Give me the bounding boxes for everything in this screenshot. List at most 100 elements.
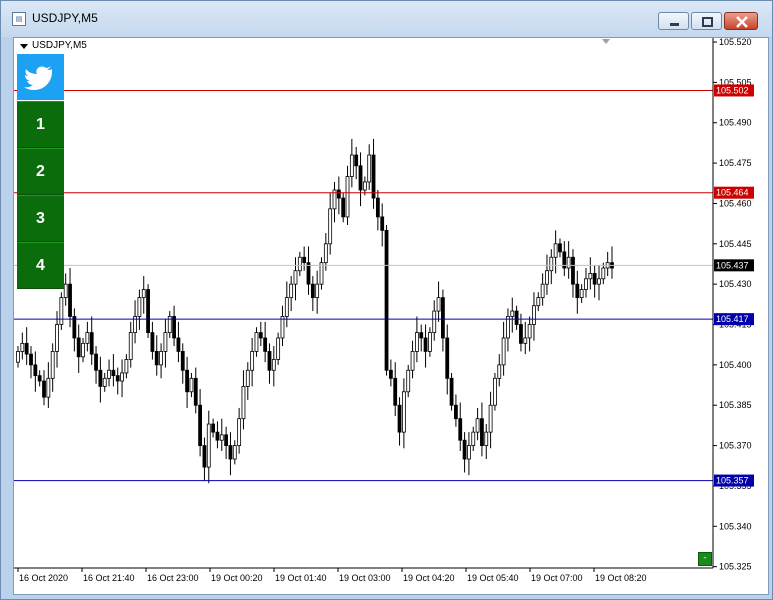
candle-body [37, 375, 42, 382]
candle-body [211, 423, 216, 433]
x-tick-label: 19 Oct 07:00 [531, 573, 583, 583]
candle-body [20, 342, 25, 352]
panel-button-3[interactable]: 3 [17, 195, 64, 242]
candle-body [267, 351, 272, 371]
candle-body [297, 256, 302, 272]
candle-body [345, 176, 350, 218]
candle-body [115, 375, 120, 382]
candle-body [245, 369, 250, 387]
candle-body [98, 369, 103, 387]
candle-body [315, 283, 320, 299]
candle-body [189, 377, 194, 393]
candle-body [445, 337, 450, 379]
y-tick-label: 105.325 [719, 562, 752, 572]
candle-body [202, 445, 207, 468]
candle-body [592, 273, 597, 285]
candle-body [454, 404, 458, 420]
candle-body [441, 297, 445, 339]
close-button[interactable] [724, 12, 758, 30]
panel-button-2[interactable]: 2 [17, 148, 64, 195]
candle-body [159, 351, 163, 366]
minimize-button[interactable] [658, 12, 689, 30]
candle-body [475, 418, 480, 433]
candle-body [276, 337, 281, 360]
minimize-panel-button[interactable]: - [698, 552, 712, 566]
title-bar[interactable]: ▤ USDJPY,M5 [1, 1, 772, 37]
candle-body [397, 404, 402, 433]
candle-body [107, 369, 111, 379]
candle-body [271, 359, 276, 371]
candle-body [302, 256, 307, 264]
candle-body [540, 283, 545, 299]
candle-body [449, 377, 454, 406]
candle-body [406, 369, 411, 393]
x-tick-label: 19 Oct 05:40 [467, 573, 519, 583]
x-tick-label: 16 Oct 23:00 [147, 573, 199, 583]
y-tick-label: 105.460 [719, 198, 752, 208]
candle-body [393, 377, 398, 406]
candle-body [306, 262, 311, 285]
price-line-label: 105.417 [716, 314, 749, 324]
candle-body [29, 353, 33, 366]
candle-body [484, 431, 489, 446]
candle-body [493, 377, 497, 406]
candle-body [527, 324, 532, 339]
candle-body [224, 434, 229, 446]
chart-area[interactable]: 105.520 105.505 105.490 105.475 105.460 105.4… [13, 37, 769, 595]
candle-body [137, 297, 142, 317]
price-line-label: 105.437 [716, 260, 749, 270]
panel-button-1[interactable]: 1 [17, 101, 64, 148]
candle-body [401, 391, 406, 433]
candle-body [480, 418, 484, 446]
price-chart[interactable]: 105.520105.505105.490105.475105.460105.4… [14, 38, 768, 594]
candle-body [128, 332, 133, 360]
y-tick-label: 105.340 [719, 521, 752, 531]
candle-body [310, 283, 315, 299]
y-tick-label: 105.520 [719, 38, 752, 47]
candle-body [289, 283, 294, 299]
x-tick-label: 19 Oct 08:20 [595, 573, 647, 583]
candle-body [380, 216, 385, 231]
candle-body [176, 337, 181, 352]
chart-shift-marker-icon[interactable] [602, 39, 610, 44]
candle-body [467, 445, 471, 460]
candle-body [102, 377, 107, 387]
candle-body [367, 154, 372, 183]
y-tick-label: 105.370 [719, 441, 752, 451]
price-line-label: 105.502 [716, 85, 749, 95]
candle-body [571, 256, 575, 285]
candle-body [558, 243, 562, 253]
twitter-button[interactable] [17, 54, 64, 101]
candle-body [601, 267, 606, 280]
x-tick-label: 19 Oct 01:40 [275, 573, 327, 583]
candle-body [414, 332, 419, 352]
x-tick-label: 19 Oct 03:00 [339, 573, 391, 583]
candle-body [597, 278, 601, 285]
candle-body [228, 445, 233, 460]
candle-body [410, 351, 415, 371]
candle-body [510, 310, 515, 317]
candle-body [432, 310, 437, 333]
window-title: USDJPY,M5 [32, 11, 98, 25]
candle-body [154, 351, 159, 366]
price-line-label: 105.464 [716, 188, 749, 198]
candle-body [50, 351, 55, 379]
candle-body [33, 364, 38, 377]
candle-body [549, 256, 554, 272]
candle-body [458, 418, 463, 441]
candle-body [215, 431, 220, 441]
chevron-down-icon[interactable] [20, 44, 28, 49]
candle-body [462, 439, 467, 460]
panel-button-4[interactable]: 4 [17, 242, 64, 289]
candle-body [388, 369, 393, 379]
candle-body [284, 297, 289, 317]
candle-body [497, 364, 502, 379]
candle-body [163, 332, 168, 352]
y-tick-label: 105.445 [719, 239, 752, 249]
candle-body [198, 404, 203, 446]
candle-body [545, 270, 549, 285]
maximize-button[interactable] [691, 12, 722, 30]
candle-body [575, 283, 580, 299]
candle-body [501, 337, 506, 366]
candle-body [488, 404, 493, 433]
